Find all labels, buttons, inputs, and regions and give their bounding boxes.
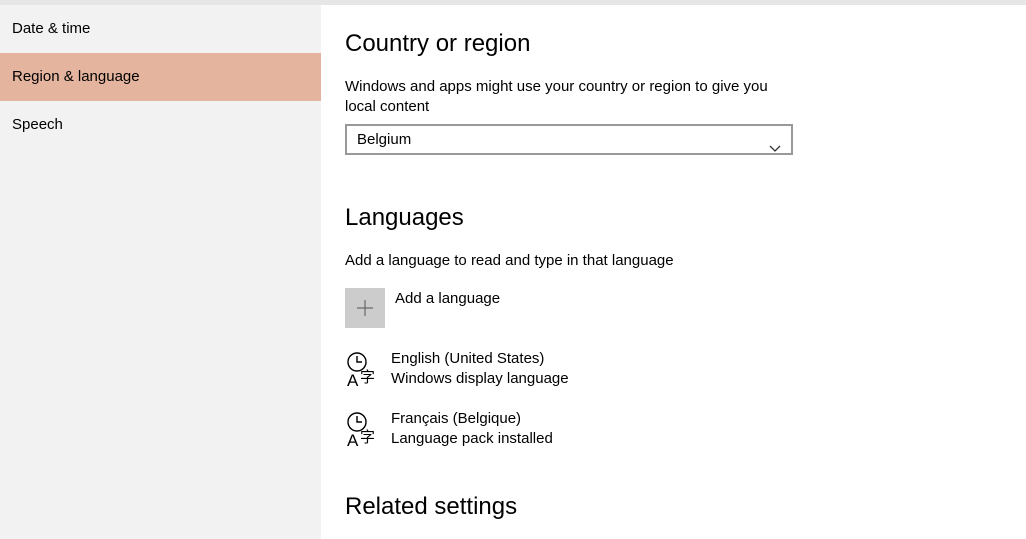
language-status: Windows display language (391, 370, 569, 387)
svg-text:A: A (347, 431, 359, 448)
svg-text:字: 字 (360, 368, 375, 386)
sidebar-item-speech[interactable]: Speech (0, 101, 321, 149)
add-language-button[interactable] (345, 288, 385, 328)
plus-icon (357, 300, 373, 316)
country-description-line1: Windows and apps might use your country … (345, 78, 768, 95)
country-heading: Country or region (345, 30, 531, 57)
svg-text:字: 字 (360, 428, 375, 446)
settings-content: Country or region Windows and apps might… (345, 0, 1026, 539)
language-item-english[interactable]: A 字 English (United States) Windows disp… (345, 350, 805, 394)
add-language-label[interactable]: Add a language (395, 290, 500, 307)
languages-description: Add a language to read and type in that … (345, 252, 674, 269)
language-icon: A 字 (347, 352, 375, 388)
sidebar-item-date-time[interactable]: Date & time (0, 5, 321, 53)
country-select-value: Belgium (357, 131, 412, 148)
language-text: English (United States) Windows display … (391, 349, 569, 389)
language-name: English (United States) (391, 350, 545, 367)
sidebar-item-region-language[interactable]: Region & language (0, 53, 321, 101)
language-status: Language pack installed (391, 430, 553, 447)
related-settings-heading: Related settings (345, 493, 518, 520)
svg-text:A: A (347, 371, 359, 388)
language-icon: A 字 (347, 412, 375, 448)
country-select[interactable]: Belgium (345, 124, 793, 155)
languages-heading: Languages (345, 204, 464, 231)
language-name: Français (Belgique) (391, 410, 522, 427)
language-item-francais[interactable]: A 字 Français (Belgique) Language pack in… (345, 410, 805, 454)
sidebar: Date & time Region & language Speech (0, 5, 321, 539)
language-text: Français (Belgique) Language pack instal… (391, 409, 553, 449)
country-description: Windows and apps might use your country … (345, 77, 768, 117)
country-description-line2: local content (345, 98, 430, 115)
chevron-down-icon (769, 135, 781, 162)
